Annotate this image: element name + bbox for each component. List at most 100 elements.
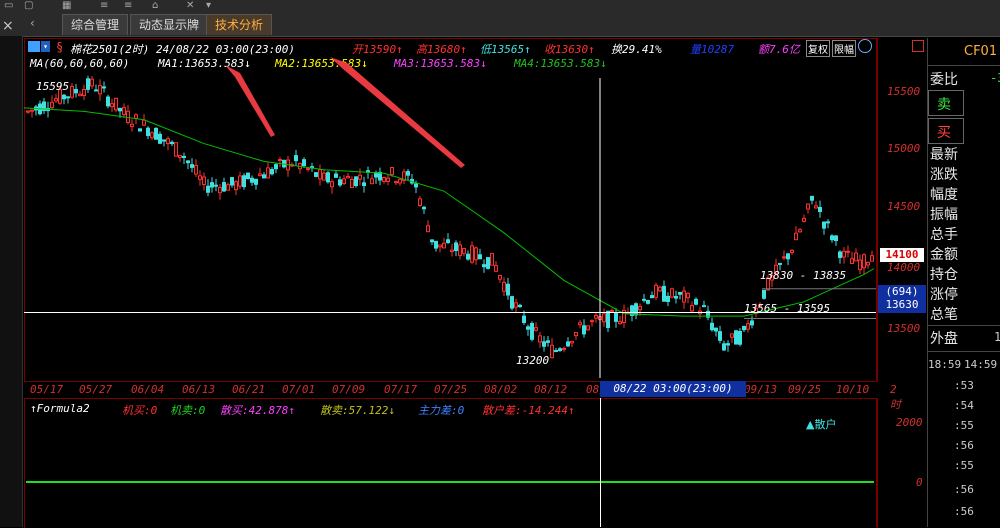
candle-body bbox=[122, 107, 126, 116]
cursor-price-tag: (694) 13630 bbox=[878, 285, 926, 313]
candle-body bbox=[846, 250, 850, 253]
commission-ratio-label: 委比 bbox=[930, 72, 958, 88]
candle-body bbox=[438, 244, 442, 248]
candle-body bbox=[362, 182, 366, 187]
candle-body bbox=[166, 138, 170, 145]
x-tick: 10/10 bbox=[836, 383, 870, 396]
candle-body bbox=[510, 296, 514, 309]
range-label-upper: 13830 - 13835 bbox=[760, 269, 847, 282]
rights-button[interactable]: 复权 bbox=[806, 40, 830, 57]
candle-body bbox=[814, 205, 818, 209]
candle-body bbox=[338, 179, 342, 186]
close-x-icon[interactable]: ✕ bbox=[186, 0, 194, 12]
y-tick: 15000 bbox=[887, 142, 921, 155]
panel-toggle-icon[interactable] bbox=[912, 40, 924, 52]
peak-label: 15595 bbox=[36, 80, 70, 93]
candle-body bbox=[386, 177, 390, 182]
candle-body bbox=[118, 107, 122, 112]
candle-body bbox=[646, 300, 650, 304]
candle-body bbox=[586, 325, 590, 331]
tab-dynamic-board[interactable]: 动态显示牌 bbox=[130, 14, 209, 35]
candle-body bbox=[702, 305, 706, 308]
candle-body bbox=[662, 285, 666, 302]
candle-body bbox=[178, 155, 182, 159]
candle-body bbox=[866, 261, 870, 266]
candle-body bbox=[214, 184, 218, 187]
candle-body bbox=[850, 258, 854, 264]
candle-body bbox=[690, 305, 694, 312]
candle-body bbox=[486, 257, 490, 269]
retail-buy: 散买:42.878↑ bbox=[220, 404, 295, 417]
candle-body bbox=[134, 114, 138, 119]
candle-body bbox=[242, 175, 246, 188]
candle-body bbox=[642, 298, 646, 301]
cursor-time-tag: 08/22 03:00(23:00) bbox=[600, 381, 746, 397]
retail-sell: 散卖:57.122↓ bbox=[320, 404, 395, 417]
candle-body bbox=[678, 292, 682, 295]
candle-body bbox=[494, 265, 498, 272]
tick-time: :56 bbox=[954, 505, 974, 518]
candle-body bbox=[554, 350, 558, 353]
y-tick: 14000 bbox=[887, 261, 921, 274]
candle-body bbox=[458, 244, 462, 256]
retail-diff-line bbox=[26, 481, 874, 483]
y-tick: 13500 bbox=[887, 322, 921, 335]
y-tick: 15500 bbox=[887, 85, 921, 98]
candle-body bbox=[634, 303, 638, 316]
total-trades-label: 总笔 bbox=[930, 307, 958, 323]
menu-icon[interactable]: ≡ bbox=[100, 0, 108, 12]
candle-body bbox=[602, 313, 606, 323]
window-icon[interactable]: ▢ bbox=[24, 0, 33, 12]
turnover-value: 换29.41% bbox=[611, 43, 662, 56]
dropdown-icon[interactable]: ▾ bbox=[206, 0, 211, 12]
chart-menu-button[interactable] bbox=[28, 41, 40, 52]
candle-body bbox=[682, 290, 686, 303]
tick-time: :55 bbox=[954, 419, 974, 432]
candle-body bbox=[70, 85, 74, 98]
total-volume-label: 总手 bbox=[930, 227, 958, 243]
cursor-offset: (694) bbox=[885, 285, 919, 298]
candle-body bbox=[858, 259, 862, 271]
candle-body bbox=[710, 322, 714, 331]
candle-body bbox=[534, 327, 538, 331]
retail-legend: ▲散户 bbox=[806, 418, 837, 431]
tab-general[interactable]: 综合管理 bbox=[62, 14, 129, 35]
list-icon[interactable]: ≡ bbox=[124, 0, 132, 12]
candle-body bbox=[26, 110, 30, 113]
limit-button[interactable]: 限幅 bbox=[832, 40, 856, 57]
candle-body bbox=[218, 186, 222, 194]
candle-body bbox=[506, 283, 510, 296]
candle-body bbox=[658, 286, 662, 292]
candle-body bbox=[382, 177, 386, 182]
scroll-left-icon[interactable]: ‹ bbox=[30, 16, 35, 30]
clock-icon[interactable] bbox=[858, 39, 872, 53]
candle-body bbox=[78, 93, 82, 97]
candle-body bbox=[734, 330, 738, 345]
x-tick: 08/02 bbox=[484, 383, 518, 396]
grid-icon[interactable]: ▦ bbox=[62, 0, 71, 12]
tab-technical-analysis[interactable]: 技术分析 bbox=[206, 14, 273, 35]
candle-body bbox=[174, 142, 178, 157]
candle-body bbox=[170, 141, 174, 145]
candle-body bbox=[566, 341, 570, 347]
refresh-icon[interactable]: § bbox=[56, 40, 63, 54]
candle-body bbox=[398, 178, 402, 184]
candle-body bbox=[102, 86, 106, 89]
close-icon[interactable]: × bbox=[2, 18, 14, 34]
candle-body bbox=[818, 206, 822, 213]
restore-icon[interactable]: ▭ bbox=[4, 0, 13, 12]
candle-body bbox=[254, 178, 258, 185]
tick-time: :54 bbox=[954, 399, 974, 412]
candle-body bbox=[194, 165, 198, 175]
candle-body bbox=[822, 221, 826, 229]
inst-buy: 机买:0 bbox=[122, 404, 158, 417]
home-icon[interactable]: ⌂ bbox=[152, 0, 158, 12]
candle-body bbox=[638, 306, 642, 311]
candle-body bbox=[346, 176, 350, 179]
dropdown-arrow-icon[interactable]: ▾ bbox=[41, 41, 50, 52]
candle-body bbox=[358, 174, 362, 180]
outer-disk-label: 外盘 bbox=[930, 331, 958, 347]
candle-body bbox=[138, 128, 142, 132]
candle-body bbox=[426, 225, 430, 233]
candle-body bbox=[182, 155, 186, 158]
